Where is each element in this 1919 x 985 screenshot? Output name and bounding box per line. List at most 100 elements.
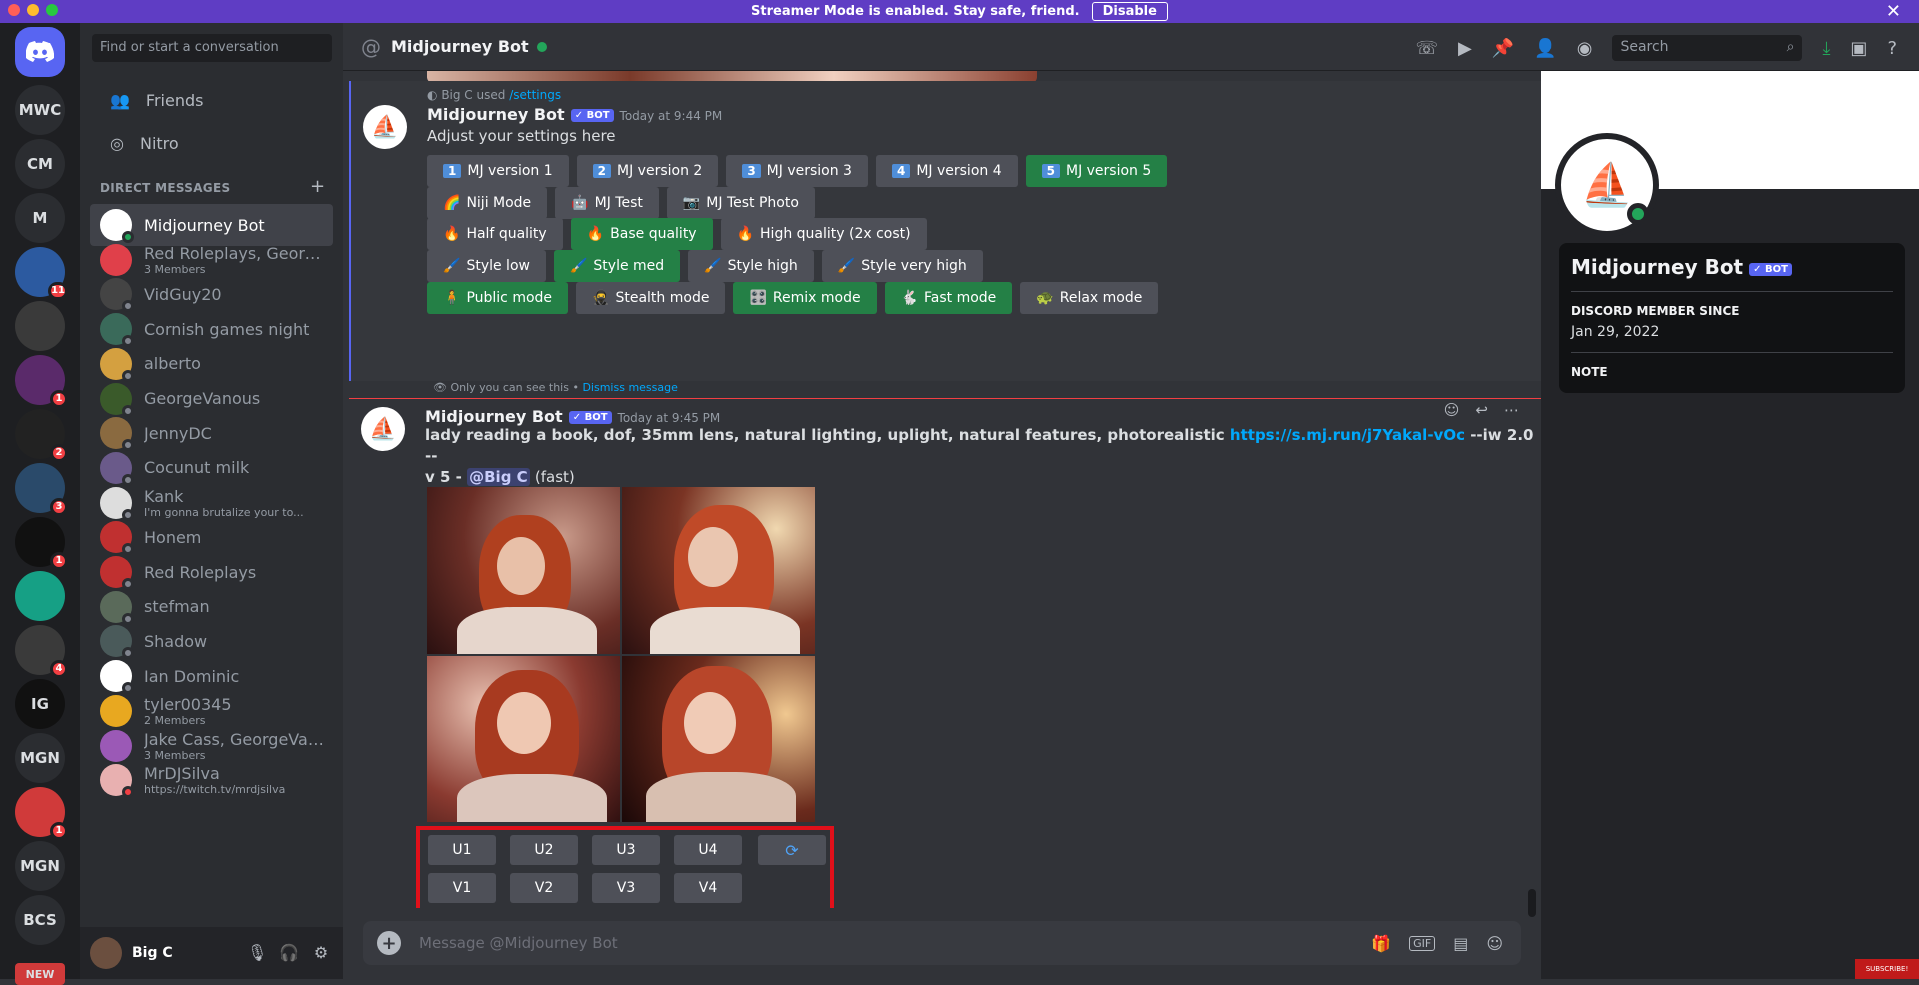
setting-button[interactable]: 🔥Half quality xyxy=(427,218,563,250)
server-icon-4[interactable]: 11 xyxy=(15,247,65,297)
server-icon-6[interactable]: 1 xyxy=(15,355,65,405)
user-profile-toggle-icon[interactable]: ◉ xyxy=(1577,38,1593,59)
setting-button[interactable]: 5MJ version 5 xyxy=(1026,155,1168,187)
setting-button[interactable]: 🧍Public mode xyxy=(427,282,568,314)
user-mention[interactable]: @Big C xyxy=(467,468,530,486)
server-icon-7[interactable]: 2 xyxy=(15,409,65,459)
setting-button[interactable]: 🖌️Style high xyxy=(688,250,814,282)
settings-gear-icon[interactable]: ⚙ xyxy=(311,943,331,963)
search-input[interactable]: Search ⌕ xyxy=(1612,35,1802,61)
setting-button[interactable]: 🐇Fast mode xyxy=(885,282,1013,314)
help-icon[interactable]: ? xyxy=(1887,38,1897,59)
note-label[interactable]: NOTE xyxy=(1571,365,1893,379)
setting-button[interactable]: 🖌️Style very high xyxy=(822,250,983,282)
setting-button[interactable]: 🖌️Style med xyxy=(554,250,680,282)
reroll-button[interactable]: ⟳ xyxy=(758,835,826,865)
setting-button[interactable]: 4MJ version 4 xyxy=(876,155,1018,187)
image-tile-4[interactable] xyxy=(622,656,815,823)
profile-avatar[interactable]: ⛵ xyxy=(1555,133,1659,237)
image-tile-3[interactable] xyxy=(427,656,620,823)
setting-button[interactable]: 🥷Stealth mode xyxy=(576,282,725,314)
server-icon-5[interactable] xyxy=(15,301,65,351)
upscale-button[interactable]: U1 xyxy=(428,835,496,865)
member-since-label: DISCORD MEMBER SINCE xyxy=(1571,304,1893,318)
nitro-nav-item[interactable]: ◎ Nitro xyxy=(90,122,333,164)
maximize-window-button[interactable] xyxy=(46,4,58,16)
variation-button[interactable]: V1 xyxy=(428,873,496,903)
chat-scrollbar[interactable] xyxy=(1528,889,1536,917)
dismiss-message-link[interactable]: Dismiss message xyxy=(582,381,677,394)
pin-icon[interactable]: 📌 xyxy=(1492,38,1514,59)
setting-button[interactable]: 🔥High quality (2x cost) xyxy=(721,218,927,250)
server-icon-15[interactable]: MGN xyxy=(15,841,65,891)
dm-name: Cocunut milk xyxy=(144,458,249,477)
server-icon-16[interactable]: BCS xyxy=(15,895,65,945)
setting-button[interactable]: 🖌️Style low xyxy=(427,250,546,282)
bot-avatar-2[interactable]: ⛵ xyxy=(361,407,405,451)
subscribe-badge[interactable]: SUBSCRIBE! xyxy=(1855,959,1919,979)
upscale-button[interactable]: U2 xyxy=(510,835,578,865)
friends-nav-item[interactable]: 👥 Friends xyxy=(90,79,333,121)
disable-streamer-button[interactable]: Disable xyxy=(1092,2,1168,21)
author-name-2[interactable]: Midjourney Bot xyxy=(425,407,563,426)
server-icon-10[interactable] xyxy=(15,571,65,621)
close-window-button[interactable] xyxy=(8,4,20,16)
upscale-button[interactable]: U3 xyxy=(592,835,660,865)
server-icon-1[interactable]: MWC xyxy=(15,85,65,135)
microphone-icon[interactable]: 🎙 xyxy=(247,943,267,963)
author-name[interactable]: Midjourney Bot xyxy=(427,105,565,124)
video-call-icon[interactable]: ▶ xyxy=(1458,38,1472,59)
setting-button[interactable]: 1MJ version 1 xyxy=(427,155,569,187)
dm-item[interactable]: MrDJSilvahttps://twitch.tv/mrdjsilva xyxy=(90,759,333,801)
setting-button[interactable]: 🤖MJ Test xyxy=(555,187,659,219)
image-link[interactable]: https://s.mj.run/j7Yakal-vOc xyxy=(1230,426,1465,444)
user-avatar[interactable] xyxy=(90,937,122,969)
upscale-button[interactable]: U4 xyxy=(674,835,742,865)
voice-call-icon[interactable]: ☏ xyxy=(1416,38,1439,59)
close-banner-icon[interactable]: ✕ xyxy=(1886,0,1901,23)
server-icon-17[interactable]: NEW xyxy=(15,963,65,985)
gif-icon[interactable]: GIF xyxy=(1409,936,1435,951)
emoji-icon[interactable]: ☺ xyxy=(1486,934,1503,953)
bot-avatar[interactable]: ⛵ xyxy=(363,105,407,149)
message-input[interactable]: Message @Midjourney Bot xyxy=(419,934,1371,952)
server-icon-3[interactable]: M xyxy=(15,193,65,243)
server-icon-11[interactable]: 4 xyxy=(15,625,65,675)
setting-button[interactable]: 🌈Niji Mode xyxy=(427,187,547,219)
add-friend-icon[interactable]: 👤 xyxy=(1534,38,1556,59)
server-icon-8[interactable]: 3 xyxy=(15,463,65,513)
variation-button[interactable]: V3 xyxy=(592,873,660,903)
number-key-icon: 1 xyxy=(443,164,461,178)
headphones-icon[interactable]: 🎧 xyxy=(279,943,299,963)
setting-button[interactable]: 🔥Base quality xyxy=(571,218,713,250)
image-tile-1[interactable] xyxy=(427,487,620,654)
setting-label: MJ version 3 xyxy=(767,163,852,179)
server-icon-9[interactable]: 1 xyxy=(15,517,65,567)
variation-button[interactable]: V2 xyxy=(510,873,578,903)
image-tile-2[interactable] xyxy=(622,487,815,654)
server-label: MGN xyxy=(20,857,60,875)
inbox-icon[interactable]: ▣ xyxy=(1850,38,1867,59)
setting-button[interactable]: 📷MJ Test Photo xyxy=(667,187,815,219)
slash-command[interactable]: /settings xyxy=(509,88,561,102)
find-conversation-input[interactable]: Find or start a conversation xyxy=(92,34,332,62)
attach-plus-icon[interactable]: + xyxy=(377,931,401,955)
image-grid[interactable] xyxy=(427,487,815,822)
setting-button[interactable]: 🎛️Remix mode xyxy=(733,282,876,314)
gift-icon[interactable]: 🎁 xyxy=(1371,934,1391,953)
setting-button[interactable]: 🐢Relax mode xyxy=(1020,282,1158,314)
server-icon-2[interactable]: CM xyxy=(15,139,65,189)
create-dm-icon[interactable]: + xyxy=(310,176,325,197)
setting-button[interactable]: 3MJ version 3 xyxy=(726,155,868,187)
message-composer[interactable]: + Message @Midjourney Bot 🎁 GIF ▤ ☺ xyxy=(363,921,1521,965)
server-icon-14[interactable]: 1 xyxy=(15,787,65,837)
user-panel: Big C 🎙 🎧 ⚙ xyxy=(80,927,343,979)
sticker-icon[interactable]: ▤ xyxy=(1453,934,1468,953)
server-icon-12[interactable]: IG xyxy=(15,679,65,729)
download-icon[interactable]: ⤓ xyxy=(1822,38,1830,59)
server-icon-13[interactable]: MGN xyxy=(15,733,65,783)
discord-home-button[interactable] xyxy=(15,27,65,77)
variation-button[interactable]: V4 xyxy=(674,873,742,903)
setting-button[interactable]: 2MJ version 2 xyxy=(577,155,719,187)
minimize-window-button[interactable] xyxy=(27,4,39,16)
